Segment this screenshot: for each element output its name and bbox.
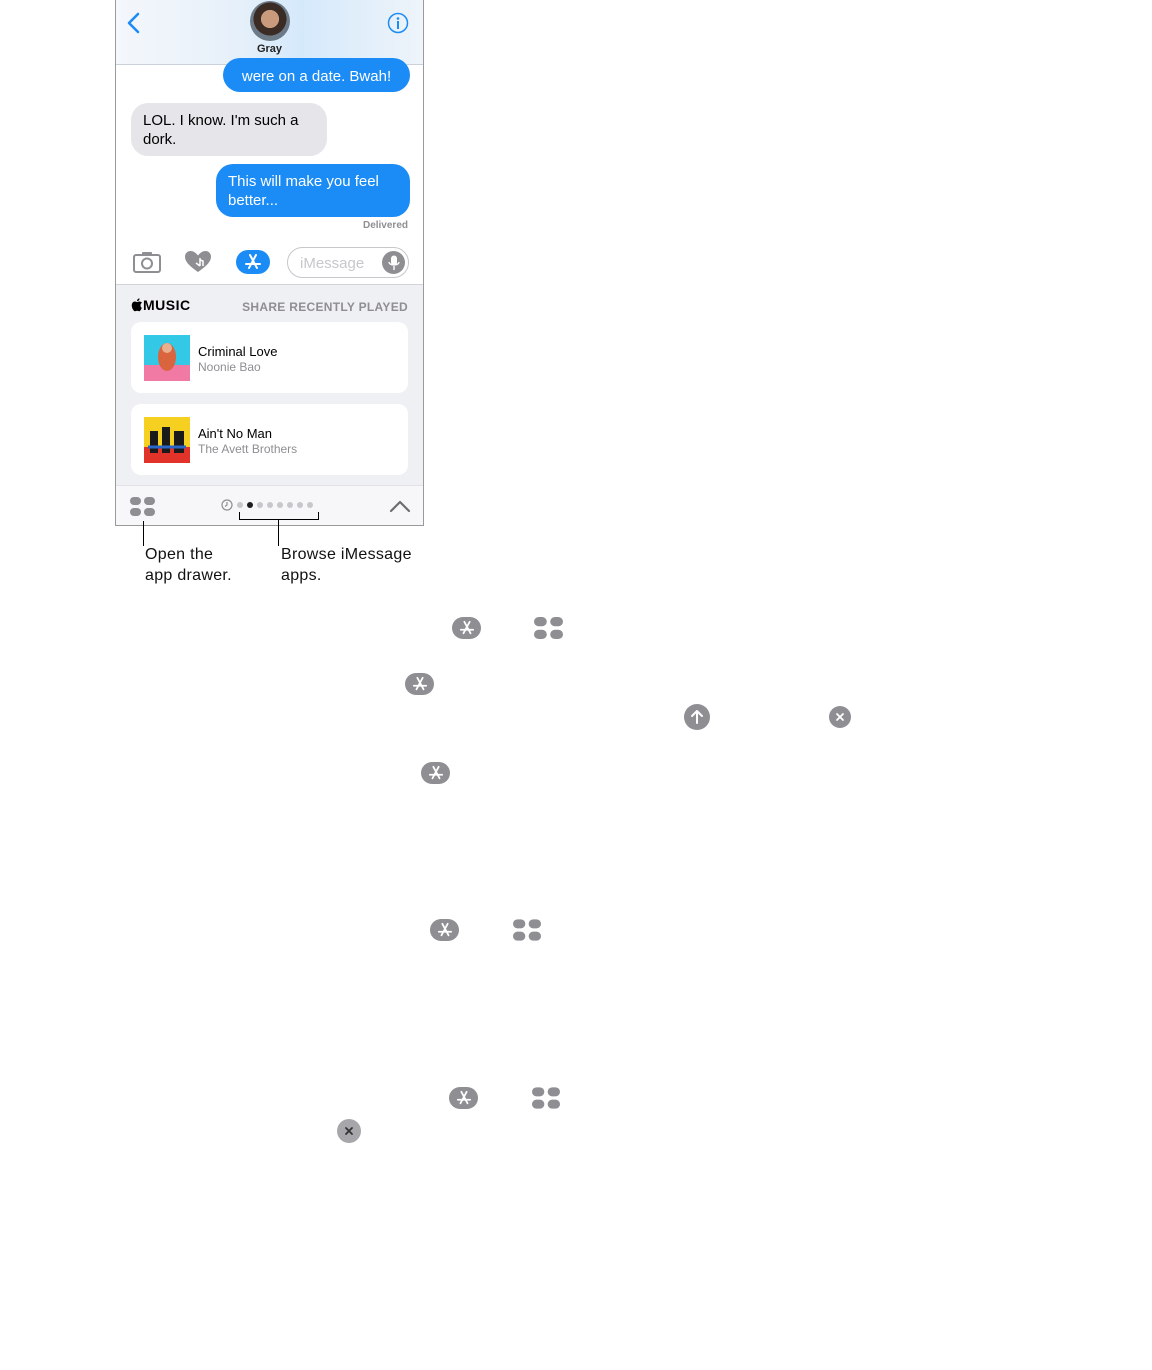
page-dot <box>257 502 263 508</box>
app-drawer-icon <box>513 919 541 941</box>
message-text-line: better... <box>228 192 279 209</box>
page-dot <box>277 502 283 508</box>
info-icon[interactable] <box>387 12 409 34</box>
microphone-icon <box>387 255 400 270</box>
avatar[interactable] <box>250 1 290 41</box>
app-store-icon <box>245 254 261 269</box>
app-store-inline <box>421 762 450 784</box>
close-icon <box>345 1127 353 1135</box>
message-bubble-incoming[interactable]: LOL. I know. I'm such a dork. <box>131 103 327 156</box>
upload-arrow-icon <box>691 710 703 724</box>
callout-open-drawer: Open the app drawer. <box>145 544 232 586</box>
camera-icon <box>133 252 161 273</box>
song-card[interactable]: Criminal Love Noonie Bao <box>131 322 408 393</box>
page-dot <box>267 502 273 508</box>
page-dot <box>237 502 243 508</box>
close-button-inline <box>337 1119 361 1143</box>
message-bubble-outgoing[interactable]: were on a date. Bwah! <box>223 58 410 92</box>
app-store-inline <box>405 673 434 695</box>
page-indicator[interactable] <box>221 499 313 511</box>
callout-line: apps. <box>281 567 322 584</box>
back-icon[interactable] <box>126 12 142 34</box>
message-input[interactable] <box>300 253 375 273</box>
song-title: Ain't No Man <box>198 426 273 441</box>
app-drawer-icon[interactable] <box>130 497 155 516</box>
app-store-button[interactable] <box>236 250 270 274</box>
app-store-icon <box>437 922 452 937</box>
music-app-drawer: MUSIC SHARE RECENTLY PLAYED Criminal Lov… <box>116 285 423 485</box>
compose-toolbar <box>116 240 423 285</box>
callout-line: app drawer. <box>145 567 232 584</box>
apple-logo-icon <box>131 298 142 312</box>
callout-browse-apps: Browse iMessage apps. <box>281 544 412 586</box>
section-label: SHARE RECENTLY PLAYED <box>242 300 408 314</box>
callout-leader <box>278 519 279 546</box>
message-text-line: LOL. I know. I'm such a <box>143 112 299 129</box>
app-store-icon <box>456 1090 471 1105</box>
callout-line: Browse iMessage <box>281 546 412 563</box>
delete-button-inline <box>829 706 851 728</box>
app-store-inline <box>452 617 481 639</box>
app-drawer-icon <box>532 1087 560 1109</box>
conversation-header: Gray <box>116 0 423 65</box>
page-dot <box>297 502 303 508</box>
callout-line: Open the <box>145 546 214 563</box>
microphone-button[interactable] <box>382 251 405 274</box>
album-cover <box>144 417 190 463</box>
message-text: were on a date. Bwah! <box>241 68 392 85</box>
song-title: Criminal Love <box>198 344 278 359</box>
close-icon <box>836 713 844 721</box>
app-store-icon <box>428 765 443 780</box>
camera-button[interactable] <box>132 249 162 275</box>
app-store-inline <box>430 919 459 941</box>
music-logo-text: MUSIC <box>143 297 191 313</box>
message-text-line: dork. <box>143 131 177 148</box>
app-drawer-icon <box>534 617 563 639</box>
app-store-inline <box>449 1087 478 1109</box>
app-store-icon <box>459 620 474 635</box>
upload-button-inline <box>684 704 710 730</box>
message-text-line: This will make you feel <box>228 173 379 190</box>
callout-bracket <box>239 519 319 520</box>
callout-bracket <box>239 512 240 520</box>
song-card[interactable]: Ain't No Man The Avett Brothers <box>131 404 408 475</box>
apple-music-logo: MUSIC <box>131 297 191 313</box>
message-input-field[interactable] <box>287 247 409 278</box>
digital-touch-button[interactable] <box>183 249 213 275</box>
message-bubble-outgoing[interactable]: This will make you feel better... <box>216 164 410 217</box>
page-dot <box>287 502 293 508</box>
callout-bracket <box>318 512 319 520</box>
delivered-status: Delivered <box>362 220 408 231</box>
contact-name: Gray <box>256 43 283 55</box>
album-cover <box>144 335 190 381</box>
page-dot-active <box>247 502 253 508</box>
song-artist: The Avett Brothers <box>198 442 298 456</box>
page-dot <box>307 502 313 508</box>
clock-icon <box>221 499 233 511</box>
chevron-up-icon[interactable] <box>389 498 411 514</box>
messages-screen: Gray were on a date. Bwah! LOL. I know. … <box>115 0 424 526</box>
callout-leader <box>143 521 144 546</box>
digital-touch-icon <box>185 251 211 272</box>
song-artist: Noonie Bao <box>198 360 261 374</box>
app-store-icon <box>412 676 427 691</box>
